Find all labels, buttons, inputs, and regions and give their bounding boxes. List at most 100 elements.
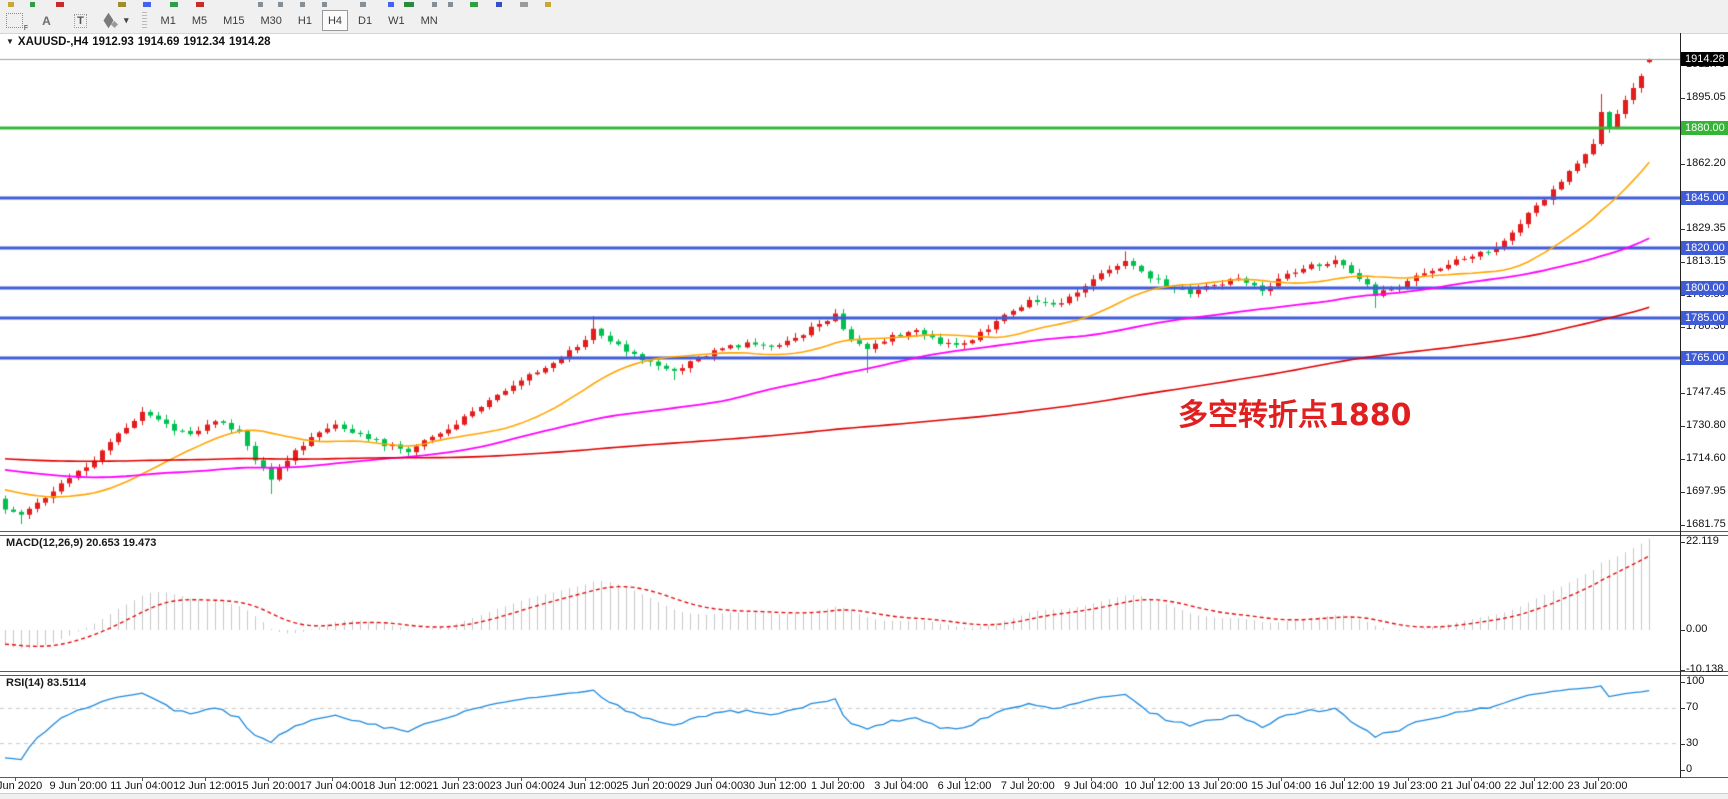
time-tick-mark xyxy=(1154,778,1155,781)
hline-price-label[interactable]: 1820.00 xyxy=(1681,241,1728,255)
toolbar-icon-fragment xyxy=(545,2,551,7)
toolbar-icon-fragment xyxy=(432,2,437,7)
time-tick-mark xyxy=(585,778,586,781)
timeframe-button-m5[interactable]: M5 xyxy=(186,10,213,31)
time-tick-mark xyxy=(142,778,143,781)
current-price-label: 1914.28 xyxy=(1681,52,1728,66)
price-axis-tick: 100 xyxy=(1686,675,1704,687)
time-axis-label: 29 Jun 04:00 xyxy=(679,780,743,792)
toolbar-icon-fragment xyxy=(470,2,478,7)
time-axis-label: 22 Jul 12:00 xyxy=(1504,780,1564,792)
price-axis-tick: 1862.20 xyxy=(1686,157,1726,169)
time-axis-label: 30 Jun 12:00 xyxy=(743,780,807,792)
timeframe-button-d1[interactable]: D1 xyxy=(352,10,378,31)
axis-tick-mark xyxy=(1680,630,1685,631)
toolbar-icon-fragment xyxy=(404,2,414,7)
time-tick-mark xyxy=(1598,778,1599,781)
timeframe-button-m1[interactable]: M1 xyxy=(155,10,182,31)
time-axis-label: 10 Jul 12:00 xyxy=(1124,780,1184,792)
time-axis-label: 15 Jun 20:00 xyxy=(236,780,300,792)
main-chart-canvas[interactable] xyxy=(0,33,1680,778)
time-axis-label: 23 Jul 20:00 xyxy=(1568,780,1628,792)
time-tick-mark xyxy=(205,778,206,781)
axis-tick-mark xyxy=(1680,393,1685,394)
timeframe-button-h4[interactable]: H4 xyxy=(322,10,348,31)
axis-tick-mark xyxy=(1680,770,1685,771)
axis-tick-mark xyxy=(1680,426,1685,427)
timeframe-button-h1[interactable]: H1 xyxy=(292,10,318,31)
axis-tick-mark xyxy=(1680,262,1685,263)
time-tick-mark xyxy=(521,778,522,781)
time-axis-label: 9 Jun 20:00 xyxy=(50,780,108,792)
time-tick-mark xyxy=(1218,778,1219,781)
time-axis-label: 1 Jul 20:00 xyxy=(811,780,865,792)
hline-price-label[interactable]: 1785.00 xyxy=(1681,311,1728,325)
hline-price-label[interactable]: 1765.00 xyxy=(1681,351,1728,365)
price-axis-tick: 22.119 xyxy=(1686,535,1719,547)
toolbar-icon-fragment xyxy=(520,2,528,7)
time-axis-label: 21 Jun 23:00 xyxy=(426,780,490,792)
timeframe-button-w1[interactable]: W1 xyxy=(382,10,411,31)
toolbar-icon-fragment xyxy=(360,2,366,7)
time-axis-label: 18 Jun 12:00 xyxy=(363,780,427,792)
axis-tick-mark xyxy=(1680,682,1685,683)
time-tick-mark xyxy=(1471,778,1472,781)
axis-tick-mark xyxy=(1680,744,1685,745)
time-tick-mark xyxy=(965,778,966,781)
time-axis-label: 25 Jun 20:00 xyxy=(616,780,680,792)
toolbar-icon-fragment xyxy=(170,2,178,7)
axis-tick-mark xyxy=(1680,327,1685,328)
time-axis-label: 9 Jul 04:00 xyxy=(1064,780,1118,792)
hline-price-label[interactable]: 1845.00 xyxy=(1681,191,1728,205)
time-tick-mark xyxy=(711,778,712,781)
hline-price-label[interactable]: 1880.00 xyxy=(1681,121,1728,135)
toolbar-icon-fragment xyxy=(300,2,305,7)
panel-separator-macd-rsi[interactable] xyxy=(0,671,1728,676)
text-t-icon: T xyxy=(74,14,87,28)
time-tick-mark xyxy=(775,778,776,781)
axis-tick-mark xyxy=(1680,164,1685,165)
toolbar-icon-fragment xyxy=(30,2,35,7)
time-axis-label: 23 Jun 04:00 xyxy=(490,780,554,792)
axis-tick-mark xyxy=(1680,229,1685,230)
time-tick-mark xyxy=(78,778,79,781)
time-tick-mark xyxy=(1534,778,1535,781)
text-a-tool-button[interactable]: A xyxy=(35,9,58,32)
text-label-tool-button[interactable]: T xyxy=(69,9,92,32)
time-tick-mark xyxy=(1028,778,1029,781)
time-tick-mark xyxy=(1408,778,1409,781)
axis-tick-mark xyxy=(1680,98,1685,99)
toolbar-separator xyxy=(142,12,147,30)
toolbar-icon-fragment xyxy=(258,2,263,7)
grid-f-icon xyxy=(6,13,23,28)
chart-toolbar: A T ▾ M1M5M15M30H1H4D1W1MN xyxy=(0,8,1728,34)
toolbar-icon-fragment xyxy=(118,2,126,7)
price-axis-tick: 1813.15 xyxy=(1686,255,1726,267)
timeframe-button-mn[interactable]: MN xyxy=(415,10,444,31)
timeframe-button-m30[interactable]: M30 xyxy=(255,10,288,31)
chevron-down-icon[interactable]: ▾ xyxy=(124,15,129,26)
toolbar-icon-fragment xyxy=(322,2,327,7)
time-axis-label: 19 Jul 23:00 xyxy=(1378,780,1438,792)
panel-separator-main-macd[interactable] xyxy=(0,531,1728,536)
grid-period-tool-button[interactable] xyxy=(1,9,24,32)
time-tick-mark xyxy=(1344,778,1345,781)
price-axis-tick: 70 xyxy=(1686,701,1698,713)
time-tick-mark xyxy=(268,778,269,781)
toolbar-icon-fragment xyxy=(8,2,14,7)
toolbar-icon-fragment xyxy=(278,2,283,7)
hline-price-label[interactable]: 1800.00 xyxy=(1681,281,1728,295)
time-axis-label: 17 Jun 04:00 xyxy=(300,780,364,792)
time-axis-label: 15 Jul 04:00 xyxy=(1251,780,1311,792)
axis-tick-mark xyxy=(1680,295,1685,296)
time-axis-label: 3 Jul 04:00 xyxy=(874,780,928,792)
time-tick-mark xyxy=(1091,778,1092,781)
time-axis-label: 11 Jun 04:00 xyxy=(110,780,173,792)
price-axis-tick: 0.00 xyxy=(1686,623,1707,635)
time-axis-label: 24 Jun 12:00 xyxy=(553,780,617,792)
timeframe-button-m15[interactable]: M15 xyxy=(217,10,250,31)
time-tick-mark xyxy=(648,778,649,781)
mt4-window: A T ▾ M1M5M15M30H1H4D1W1MN ▼XAUUSD-,H419… xyxy=(0,0,1728,799)
toolbar-icon-fragment xyxy=(56,2,64,7)
arrows-tool-button[interactable]: ▾ xyxy=(103,9,133,32)
